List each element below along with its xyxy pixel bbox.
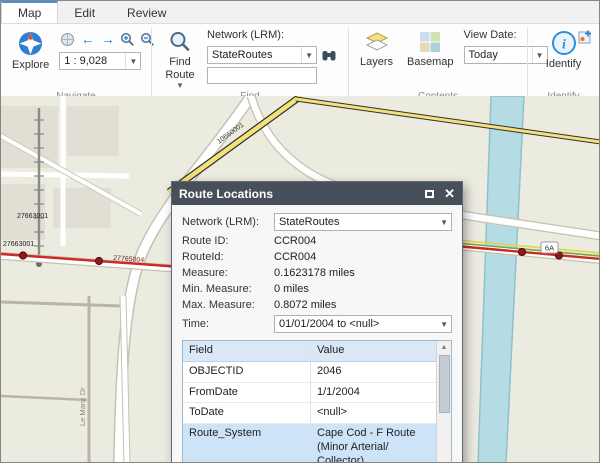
- time-label: Time:: [182, 318, 210, 330]
- route-id-label: Route ID:: [182, 235, 229, 247]
- group-navigate: Explore ← → 1: 9,028 ▼: [1, 24, 155, 105]
- zoom-in-icon[interactable]: [119, 31, 136, 48]
- route-id-label: 27663001: [3, 241, 34, 248]
- app-window: Map Edit Review Explore ← → 1: 9,028 ▼ …: [0, 0, 600, 463]
- time-dropdown[interactable]: 01/01/2004 to <null> ▼: [274, 315, 452, 333]
- group-identify: i Identify Identify: [528, 24, 599, 105]
- scroll-down-icon[interactable]: ▼: [441, 459, 448, 462]
- dialog-network-dropdown[interactable]: StateRoutes ▼: [274, 213, 452, 231]
- table-row[interactable]: OBJECTID 2046: [183, 361, 451, 383]
- chevron-down-icon: ▼: [176, 81, 184, 91]
- tab-map[interactable]: Map: [1, 1, 59, 23]
- find-route-magnifier-icon: [168, 30, 192, 54]
- maximize-icon[interactable]: [425, 189, 435, 198]
- min-measure-label: Min. Measure:: [182, 283, 252, 295]
- group-contents: Layers Basemap View Date: Today ▼: [349, 24, 548, 105]
- scale-dropdown[interactable]: 1 : 9,028 ▼: [59, 52, 142, 70]
- time-value: 01/01/2004 to <null>: [279, 318, 380, 330]
- table-row[interactable]: ToDate <null>: [183, 403, 451, 424]
- table-row[interactable]: FromDate 1/1/2004: [183, 382, 451, 404]
- route-shield-label: 6A: [545, 244, 554, 253]
- ribbon-tab-bar: Map Edit Review: [1, 1, 599, 24]
- route-id-label: 27663001: [17, 213, 48, 220]
- identify-label: Identify: [545, 58, 582, 70]
- value-cell: <null>: [317, 406, 347, 419]
- explore-compass-icon: [17, 30, 44, 57]
- max-measure-label: Max. Measure:: [182, 299, 255, 311]
- full-extent-icon[interactable]: [59, 31, 76, 48]
- close-icon[interactable]: ✕: [444, 187, 455, 200]
- dialog-body: Network (LRM): StateRoutes ▼ Route ID: C…: [172, 205, 462, 463]
- scale-value: 1 : 9,028: [64, 55, 108, 67]
- route-locations-dialog: Route Locations ✕ Network (LRM): StateRo…: [171, 181, 463, 463]
- basemap-icon: [418, 30, 442, 54]
- network-lrm-dropdown[interactable]: StateRoutes ▼: [207, 46, 317, 64]
- identify-info-icon: i: [551, 30, 577, 56]
- ribbon-groups: Explore ← → 1: 9,028 ▼ Find Route ▼ Net…: [1, 24, 599, 106]
- explore-label: Explore: [12, 59, 50, 71]
- dialog-network-value: StateRoutes: [279, 216, 340, 228]
- min-measure-value: 0 miles: [274, 283, 309, 295]
- binoculars-icon[interactable]: [320, 47, 337, 64]
- field-cell: FromDate: [183, 382, 311, 403]
- route-id-value: CCR004: [274, 235, 317, 247]
- svg-text:i: i: [562, 38, 566, 53]
- next-extent-icon[interactable]: →: [99, 31, 116, 48]
- measure-label: Measure:: [182, 267, 228, 279]
- table-row-selected[interactable]: Route_System Cape Cod - F Route (Minor A…: [183, 424, 451, 463]
- network-lrm-value: StateRoutes: [212, 49, 273, 61]
- ribbon: Map Edit Review Explore ← → 1: 9,028 ▼ …: [1, 1, 599, 106]
- routeid-value: CCR004: [274, 251, 317, 263]
- field-cell: OBJECTID: [183, 361, 311, 382]
- measure-value: 0.1623178 miles: [274, 267, 355, 279]
- dialog-title-bar[interactable]: Route Locations ✕: [172, 182, 462, 205]
- value-cell: 1/1/2004: [317, 385, 360, 398]
- group-find: Find Route ▼ Network (LRM): StateRoutes …: [152, 24, 348, 105]
- routeid-label: RouteId:: [182, 251, 224, 263]
- field-column-header: Field: [183, 341, 311, 361]
- chevron-down-icon: ▼: [440, 217, 448, 227]
- find-route-label: Find Route: [165, 56, 195, 81]
- table-scrollbar[interactable]: ▲ ▼: [436, 341, 451, 462]
- scroll-up-icon[interactable]: ▲: [441, 341, 448, 354]
- value-column-header: Value: [317, 344, 345, 356]
- find-route-button[interactable]: Find Route ▼: [159, 28, 201, 91]
- chevron-down-icon: ▼: [301, 47, 316, 63]
- network-lrm-label: Network (LRM):: [182, 216, 260, 228]
- attribute-table: Field Value OBJECTID 2046 FromDate 1/1/2…: [182, 340, 452, 463]
- field-cell: Route_System: [183, 424, 311, 462]
- layers-icon: [365, 30, 389, 54]
- layers-label: Layers: [360, 56, 394, 68]
- max-measure-value: 0.8072 miles: [274, 299, 337, 311]
- value-cell: Cape Cod - F Route (Minor Arterial/ Coll…: [317, 427, 416, 463]
- identify-route-tool-icon[interactable]: [577, 28, 594, 45]
- explore-button[interactable]: Explore: [8, 28, 53, 74]
- network-lrm-label: Network (LRM):: [207, 29, 285, 41]
- basemap-button[interactable]: Basemap: [403, 28, 457, 71]
- basemap-label: Basemap: [407, 56, 454, 68]
- table-header-row: Field Value: [183, 341, 451, 362]
- street-name-label: Le Manz Dr: [78, 387, 87, 426]
- chevron-down-icon: ▼: [440, 319, 448, 329]
- field-cell: ToDate: [183, 403, 311, 423]
- tab-edit[interactable]: Edit: [58, 2, 111, 23]
- chevron-down-icon: ▼: [125, 53, 140, 69]
- layers-button[interactable]: Layers: [356, 28, 397, 71]
- route-search-input[interactable]: [207, 67, 317, 84]
- view-date-value: Today: [468, 49, 498, 61]
- scrollbar-thumb[interactable]: [438, 355, 450, 413]
- previous-extent-icon[interactable]: ←: [79, 31, 96, 48]
- tab-review[interactable]: Review: [111, 2, 182, 23]
- value-cell: 2046: [317, 364, 342, 377]
- dialog-title: Route Locations: [179, 186, 274, 201]
